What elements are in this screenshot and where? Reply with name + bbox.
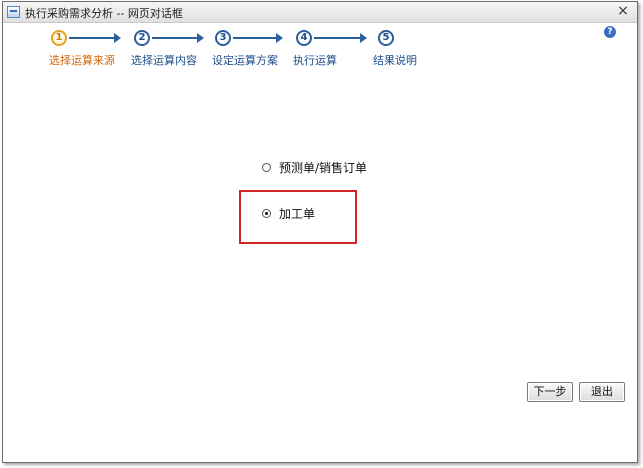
step-5-indicator: 5: [378, 30, 394, 46]
step-4-indicator: 4: [296, 30, 312, 46]
step-arrow: [152, 33, 204, 43]
close-icon[interactable]: ×: [615, 3, 631, 19]
dialog-window: 执行采购需求分析 -- 网页对话框 × 1 2 3 4 5 选择运算来源 选择运…: [2, 1, 638, 463]
option-label: 预测单/销售订单: [279, 161, 368, 175]
step-5-label: 结果说明: [373, 54, 417, 67]
option-work-order[interactable]: 加工单: [262, 205, 315, 222]
step-2-indicator: 2: [134, 30, 150, 46]
exit-button[interactable]: 退出: [579, 382, 625, 402]
step-4-label: 执行运算: [293, 54, 337, 67]
step-3-indicator: 3: [215, 30, 231, 46]
step-arrow: [233, 33, 283, 43]
step-1-indicator: 1: [51, 30, 67, 46]
app-icon: [7, 6, 20, 18]
option-label: 加工单: [279, 207, 316, 221]
radio-button[interactable]: [262, 163, 271, 172]
step-arrow: [314, 33, 367, 43]
step-2-label: 选择运算内容: [131, 54, 197, 67]
title-bar: 执行采购需求分析 -- 网页对话框 ×: [3, 2, 637, 23]
radio-button-checked[interactable]: [262, 209, 271, 218]
option-forecast-sales-order[interactable]: 预测单/销售订单: [262, 159, 367, 176]
step-arrow: [69, 33, 121, 43]
window-title: 执行采购需求分析 -- 网页对话框: [25, 7, 183, 20]
next-button[interactable]: 下一步: [527, 382, 573, 402]
step-3-label: 设定运算方案: [212, 54, 278, 67]
step-1-label: 选择运算来源: [49, 54, 115, 67]
help-icon[interactable]: ?: [604, 26, 616, 38]
